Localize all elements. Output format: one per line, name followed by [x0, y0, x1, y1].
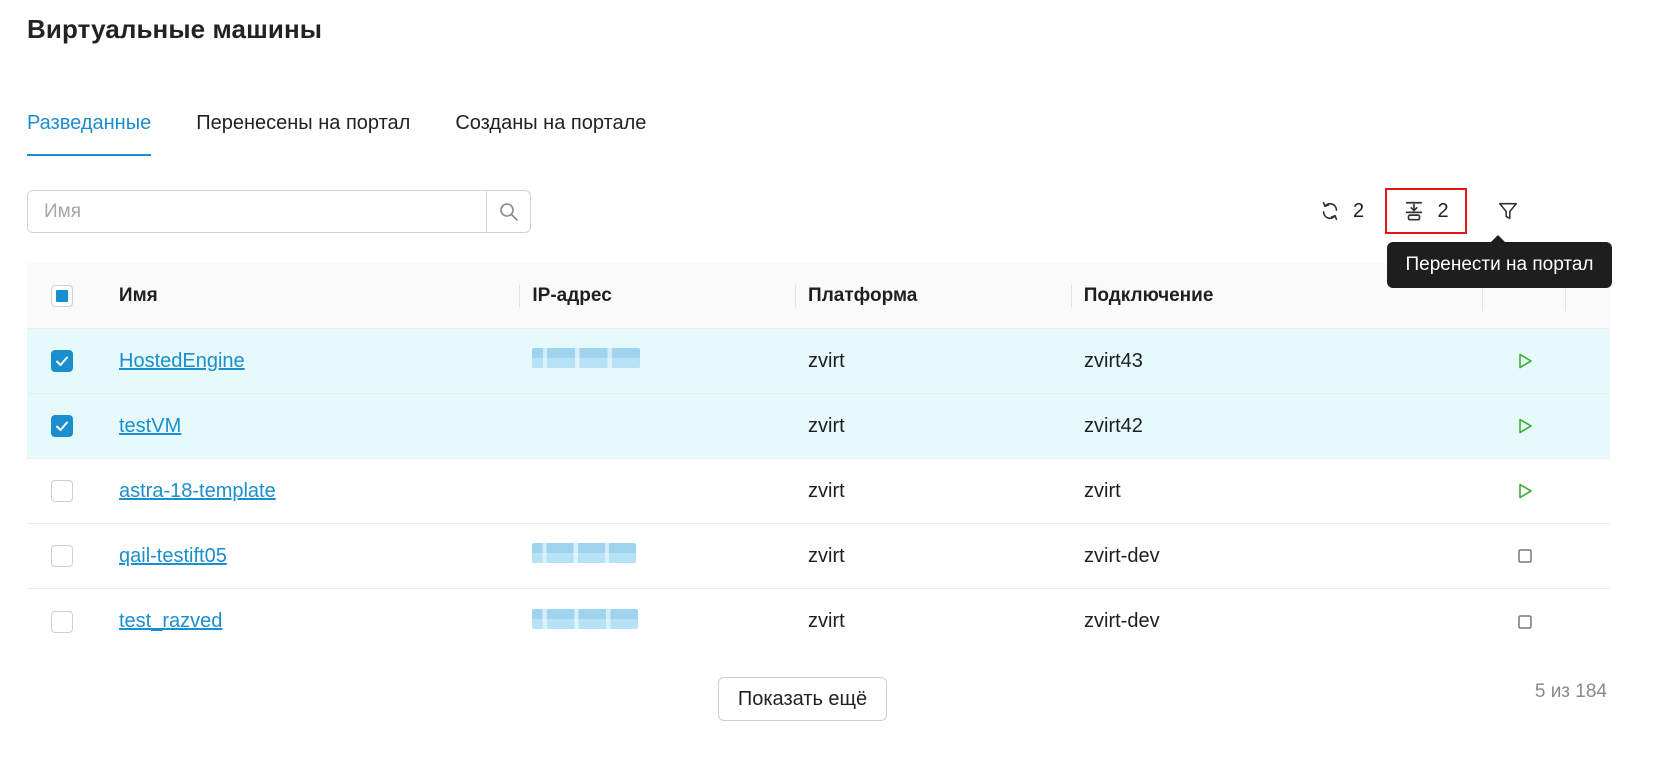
- row-name-cell: qail-testift05: [97, 545, 520, 568]
- header-checkbox-cell: [27, 284, 97, 307]
- row-ip-cell: [520, 608, 796, 635]
- row-action-cell: [1484, 417, 1566, 435]
- play-icon[interactable]: [1516, 417, 1534, 435]
- transfer-to-portal-button[interactable]: 2: [1385, 188, 1467, 234]
- row-name-cell: HostedEngine: [97, 350, 520, 373]
- row-checkbox-cell: [27, 350, 97, 372]
- row-checkbox[interactable]: [51, 545, 73, 567]
- refresh-button[interactable]: 2: [1319, 190, 1389, 232]
- row-connection: zvirt42: [1084, 414, 1143, 437]
- row-connection: zvirt-dev: [1084, 544, 1160, 567]
- stop-icon[interactable]: [1517, 548, 1533, 564]
- tab-transferred[interactable]: Перенесены на портал: [196, 108, 410, 154]
- row-action-cell: [1484, 614, 1566, 630]
- row-platform: zvirt: [808, 479, 845, 502]
- row-checkbox-cell: [27, 545, 97, 567]
- vm-table: Имя IP-адрес Платформа Подключение Hoste…: [27, 263, 1610, 654]
- row-ip-cell: [520, 543, 796, 569]
- row-action-cell: [1484, 482, 1566, 500]
- select-all-checkbox[interactable]: [50, 284, 73, 307]
- show-more-button[interactable]: Показать ещё: [718, 677, 887, 721]
- tabs: Разведанные Перенесены на портал Созданы…: [27, 108, 691, 156]
- vm-name-link[interactable]: testVM: [119, 415, 181, 437]
- row-connection: zvirt43: [1084, 349, 1143, 372]
- row-checkbox[interactable]: [51, 350, 73, 372]
- play-icon[interactable]: [1516, 482, 1534, 500]
- search-button[interactable]: [486, 191, 530, 232]
- row-platform: zvirt: [808, 349, 845, 372]
- row-checkbox[interactable]: [51, 415, 73, 437]
- search-box: [27, 190, 531, 233]
- refresh-icon: [1322, 201, 1338, 221]
- table-header: Имя IP-адрес Платформа Подключение: [27, 263, 1610, 329]
- header-platform[interactable]: Платформа: [795, 284, 1071, 307]
- row-name-cell: test_razved: [97, 610, 520, 633]
- row-checkbox[interactable]: [51, 610, 73, 633]
- search-icon: [499, 202, 518, 221]
- row-platform: zvirt: [808, 414, 845, 437]
- row-checkbox-cell: [27, 610, 97, 633]
- ip-obscured: [532, 348, 640, 368]
- row-connection: zvirt-dev: [1084, 610, 1160, 632]
- ip-obscured: [532, 543, 636, 563]
- row-name-cell: testVM: [97, 415, 520, 438]
- filter-icon: [1498, 202, 1518, 220]
- results-counter: 5 из 184: [1534, 681, 1607, 702]
- transfer-tooltip: Перенести на портал: [1387, 235, 1612, 288]
- tab-created[interactable]: Созданы на портале: [455, 108, 646, 154]
- vm-name-link[interactable]: test_razved: [119, 610, 222, 632]
- filter-button[interactable]: [1489, 190, 1527, 232]
- row-platform: zvirt: [808, 544, 845, 567]
- check-icon: [56, 356, 68, 366]
- play-icon[interactable]: [1516, 352, 1534, 370]
- row-connection: zvirt: [1084, 479, 1121, 502]
- transfer-count: 2: [1437, 199, 1449, 222]
- check-icon: [56, 421, 68, 431]
- table-row[interactable]: HostedEngine zvirt zvirt43: [27, 329, 1610, 394]
- table-row[interactable]: testVM zvirt zvirt42: [27, 394, 1610, 459]
- row-ip-cell: [520, 348, 796, 374]
- row-action-cell: [1484, 548, 1566, 564]
- table-row[interactable]: test_razved zvirt zvirt-dev: [27, 589, 1610, 654]
- row-checkbox-cell: [27, 480, 97, 502]
- row-name-cell: astra-18-template: [97, 480, 520, 503]
- vm-name-link[interactable]: astra-18-template: [119, 480, 276, 502]
- row-action-cell: [1484, 352, 1566, 370]
- stop-icon[interactable]: [1517, 614, 1533, 630]
- row-platform: zvirt: [808, 610, 845, 632]
- ip-obscured: [532, 608, 638, 629]
- header-name[interactable]: Имя: [97, 285, 519, 307]
- refresh-count: 2: [1353, 199, 1365, 222]
- vm-name-link[interactable]: HostedEngine: [119, 350, 245, 372]
- page-title: Виртуальные машины: [27, 14, 323, 44]
- header-ip[interactable]: IP-адрес: [519, 284, 795, 307]
- row-checkbox-cell: [27, 415, 97, 437]
- vm-name-link[interactable]: qail-testift05: [119, 545, 227, 567]
- table-row[interactable]: astra-18-template zvirt zvirt: [27, 459, 1610, 524]
- row-checkbox[interactable]: [51, 480, 73, 502]
- transfer-icon: [1406, 201, 1423, 221]
- search-input[interactable]: [28, 191, 486, 232]
- table-row[interactable]: qail-testift05 zvirt zvirt-dev: [27, 524, 1610, 589]
- tab-discovered[interactable]: Разведанные: [27, 108, 152, 156]
